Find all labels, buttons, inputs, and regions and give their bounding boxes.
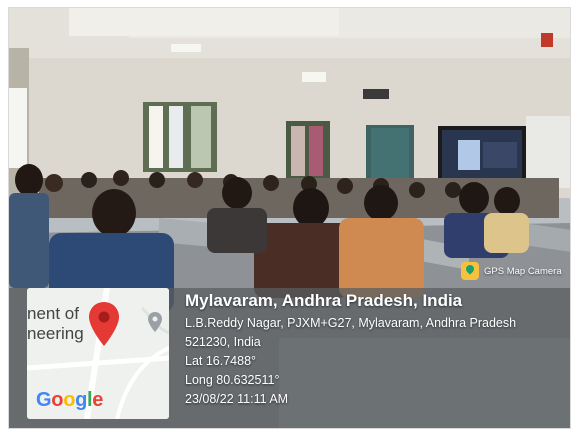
location-title: Mylavaram, Andhra Pradesh, India xyxy=(185,291,463,310)
gps-map-camera-badge: GPS Map Camera xyxy=(461,262,562,280)
location-caption: Mylavaram, Andhra Pradesh, India L.B.Red… xyxy=(185,291,516,406)
google-logo-letter: o xyxy=(63,389,76,411)
datetime: 23/08/22 11:11 AM xyxy=(185,392,289,406)
map-poi-icon xyxy=(148,312,162,332)
google-logo: Google xyxy=(36,389,103,412)
google-logo-letter: o xyxy=(51,389,64,411)
photo-frame: nent of neering Google Mylavaram, Andhra… xyxy=(8,7,571,429)
google-logo-letter: g xyxy=(75,389,88,411)
map-pin-app-icon xyxy=(461,262,479,280)
map-label-line1: nent of xyxy=(27,304,79,323)
map-label-line2: neering xyxy=(27,324,84,343)
google-logo-letter: G xyxy=(36,389,52,411)
address-line-1: L.B.Reddy Nagar, PJXM+G27, Mylavaram, An… xyxy=(185,316,517,330)
address-line-2: 521230, India xyxy=(185,335,261,349)
map-pin-icon xyxy=(89,302,119,346)
google-logo-letter: e xyxy=(92,389,104,411)
app-label: GPS Map Camera xyxy=(484,265,562,277)
map-thumbnail: nent of neering Google xyxy=(27,288,169,419)
longitude: Long 80.632511° xyxy=(185,373,280,387)
latitude: Lat 16.7488° xyxy=(185,354,257,368)
